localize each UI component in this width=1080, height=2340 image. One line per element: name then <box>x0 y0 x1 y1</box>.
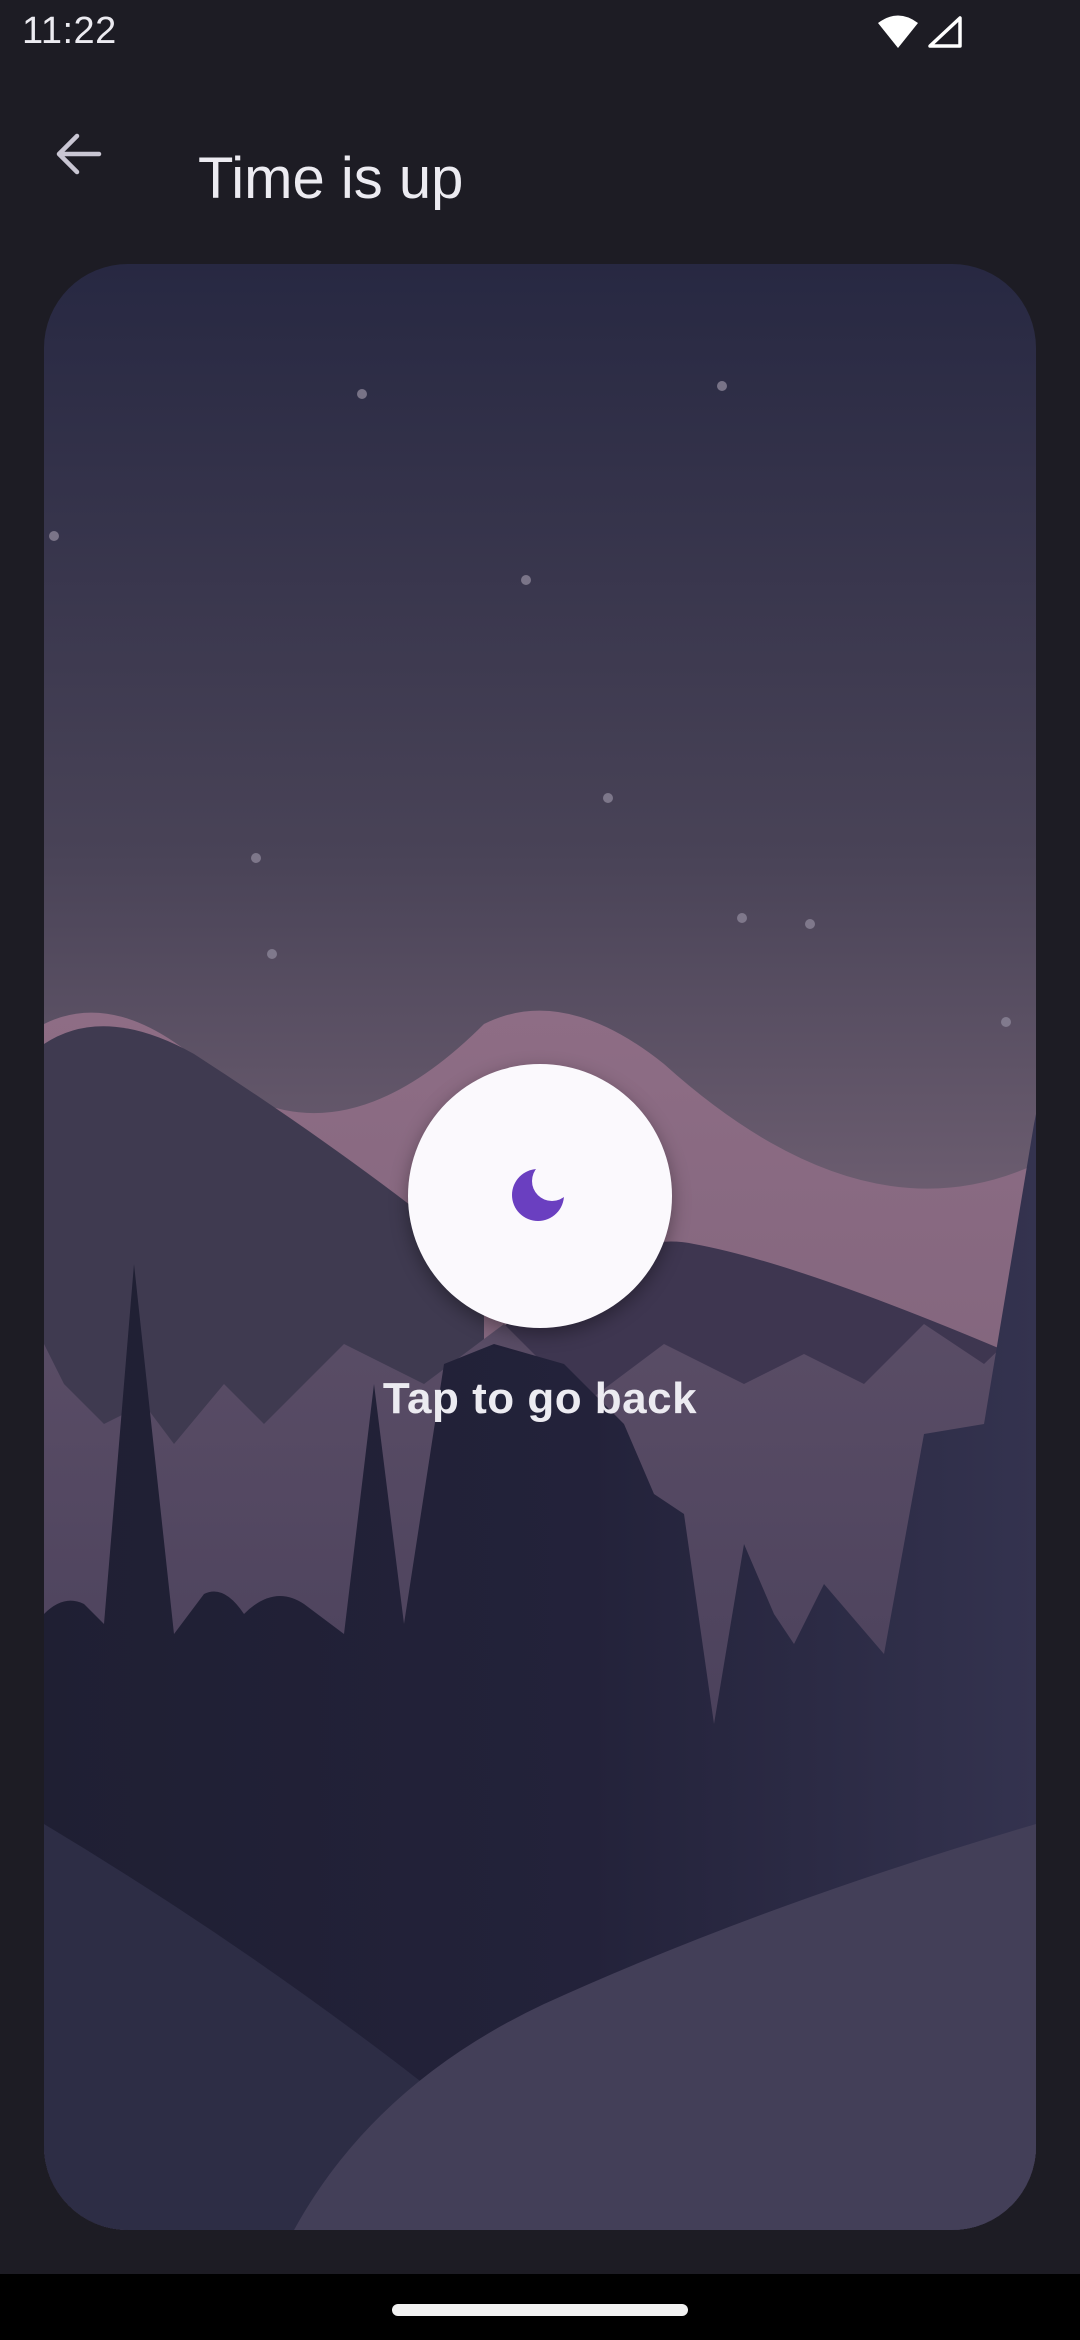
moon-icon <box>510 1164 570 1229</box>
top-app-bar: Time is up <box>0 66 1080 218</box>
status-time: 11:22 <box>22 10 117 52</box>
moon-button[interactable] <box>408 1064 672 1328</box>
arrow-back-icon <box>53 132 103 181</box>
signal-icon <box>926 16 962 53</box>
back-button[interactable] <box>30 108 126 204</box>
tap-to-go-back-label: Tap to go back <box>382 1374 698 1423</box>
home-indicator[interactable] <box>392 2304 688 2316</box>
page-title: Time is up <box>198 145 464 211</box>
status-bar: 11:22 <box>0 0 1080 66</box>
tap-to-go-back-card[interactable]: Tap to go back <box>44 264 1036 2230</box>
wifi-icon <box>878 14 918 53</box>
gesture-nav-bar <box>0 2274 1080 2340</box>
